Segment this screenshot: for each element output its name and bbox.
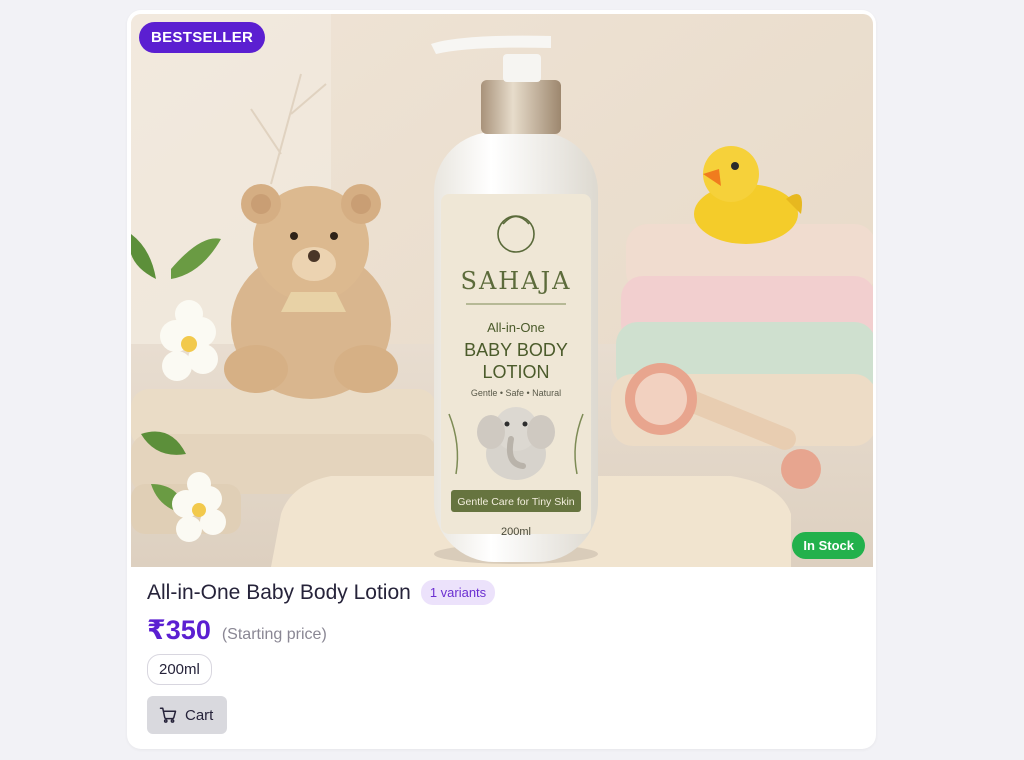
product-info: All-in-One Baby Body Lotion 1 variants ₹… (147, 580, 856, 734)
label-ribbon: Gentle Care for Tiny Skin (457, 496, 574, 508)
label-line1: All-in-One (487, 320, 545, 335)
product-card[interactable]: SAHAJA All-in-One BABY BODY LOTION Gentl… (127, 10, 876, 749)
variants-badge: 1 variants (420, 580, 496, 605)
label-tagline: Gentle • Safe • Natural (471, 388, 561, 398)
price-row: ₹350 (Starting price) (147, 615, 856, 646)
bestseller-badge: BESTSELLER (139, 22, 266, 53)
product-price: ₹350 (147, 615, 211, 645)
product-image[interactable]: SAHAJA All-in-One BABY BODY LOTION Gentl… (131, 14, 873, 567)
label-line3: LOTION (482, 362, 549, 382)
label-brand: SAHAJA (461, 267, 572, 295)
label-volume: 200ml (501, 526, 531, 538)
size-option-chip[interactable]: 200ml (147, 654, 212, 685)
title-row: All-in-One Baby Body Lotion 1 variants (147, 580, 856, 605)
stock-status-badge: In Stock (792, 532, 865, 559)
price-note: (Starting price) (221, 626, 327, 643)
cart-icon (159, 706, 177, 724)
cart-button-label: Cart (185, 706, 214, 724)
label-line2: BABY BODY (464, 340, 568, 360)
product-photo: SAHAJA All-in-One BABY BODY LOTION Gentl… (131, 14, 873, 567)
add-to-cart-button[interactable]: Cart (147, 696, 227, 734)
product-title[interactable]: All-in-One Baby Body Lotion (147, 581, 411, 605)
